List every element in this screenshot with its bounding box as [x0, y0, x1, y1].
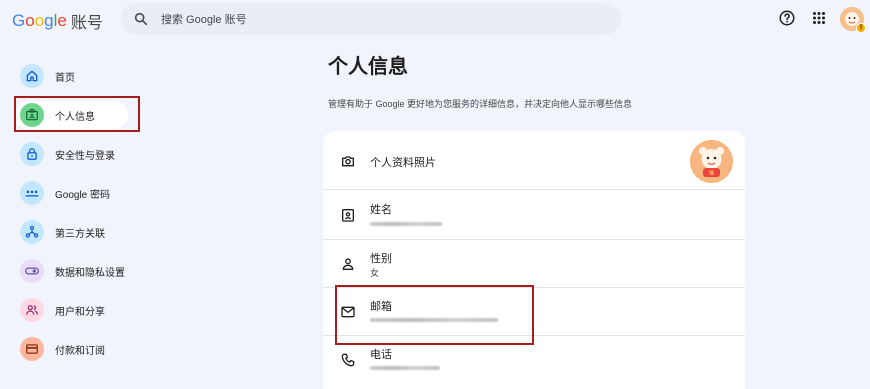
sidebar-item-label: 数据和隐私设置	[55, 267, 125, 279]
page-description: 管理有助于 Google 更好地为您服务的详细信息，并决定向他人显示哪些信息	[328, 99, 633, 109]
redacted-value	[370, 366, 440, 370]
toggle-icon	[20, 259, 44, 283]
apps-grid-icon[interactable]	[810, 9, 828, 27]
people-icon	[20, 298, 44, 322]
profile-photo-image: 福	[690, 140, 733, 183]
row-title: 个人资料照片	[370, 157, 436, 169]
camera-icon	[342, 156, 354, 167]
gender-value: 女	[370, 268, 380, 278]
row-gender[interactable]: 性别 女	[323, 240, 745, 288]
row-profile-photo[interactable]: 个人资料照片 福	[323, 131, 745, 190]
row-phone[interactable]: 电话	[323, 336, 745, 389]
connections-icon	[20, 220, 44, 244]
sidebar-item-data-privacy[interactable]: 数据和隐私设置	[12, 253, 212, 289]
svg-text:福: 福	[709, 170, 714, 177]
sidebar-item-third-party[interactable]: 第三方关联	[12, 214, 212, 250]
search-bar[interactable]: 搜索 Google 账号	[121, 3, 621, 35]
sidebar-item-home[interactable]: 首页	[12, 58, 212, 94]
sidebar-item-label: 安全性与登录	[55, 150, 115, 162]
id-card-icon	[20, 103, 44, 127]
row-title: 性别	[370, 253, 392, 265]
sidebar-item-google-password[interactable]: Google 密码	[12, 175, 212, 211]
profile-photo[interactable]: 福	[690, 140, 733, 183]
google-account-logo[interactable]: Google 账号	[12, 9, 103, 33]
sidebar-item-label: 首页	[55, 72, 75, 84]
lock-icon	[20, 142, 44, 166]
mail-icon	[341, 306, 355, 318]
page-title: 个人信息	[328, 56, 408, 78]
phone-icon	[341, 353, 355, 367]
password-icon	[20, 181, 44, 205]
row-title: 电话	[370, 349, 392, 361]
sidebar-item-label: 第三方关联	[55, 228, 105, 240]
help-icon[interactable]	[778, 9, 796, 27]
wallet-icon	[20, 337, 44, 361]
sidebar-item-label: 用户和分享	[55, 306, 105, 318]
logo-suffix: 账号	[70, 15, 103, 32]
person-icon	[342, 258, 354, 270]
row-title: 姓名	[370, 204, 392, 216]
search-placeholder: 搜索 Google 账号	[161, 14, 247, 26]
redacted-value	[370, 318, 498, 322]
redacted-value	[370, 222, 442, 226]
sidebar-item-label: Google 密码	[55, 189, 111, 201]
sidebar-item-personal-info[interactable]: 个人信息	[12, 97, 212, 133]
home-icon	[20, 64, 44, 88]
row-email[interactable]: 邮箱	[323, 288, 745, 336]
warning-badge-icon: !	[856, 23, 866, 33]
sidebar-item-security[interactable]: 安全性与登录	[12, 136, 212, 172]
account-avatar-icon[interactable]: !	[840, 7, 866, 33]
row-name[interactable]: 姓名	[323, 190, 745, 240]
sidebar-item-people-sharing[interactable]: 用户和分享	[12, 292, 212, 328]
id-badge-icon	[342, 209, 354, 222]
sidebar-item-payments[interactable]: 付款和订阅	[12, 331, 212, 367]
sidebar-item-label: 付款和订阅	[55, 345, 105, 357]
search-icon	[134, 12, 148, 26]
basic-info-card: 个人资料照片 福 姓名 性别 女 邮箱 电话	[323, 131, 745, 389]
top-bar: Google 账号 搜索 Google 账号 !	[0, 0, 870, 40]
row-title: 邮箱	[370, 301, 392, 313]
google-wordmark: Google	[12, 11, 67, 30]
sidebar-item-label: 个人信息	[55, 111, 95, 123]
